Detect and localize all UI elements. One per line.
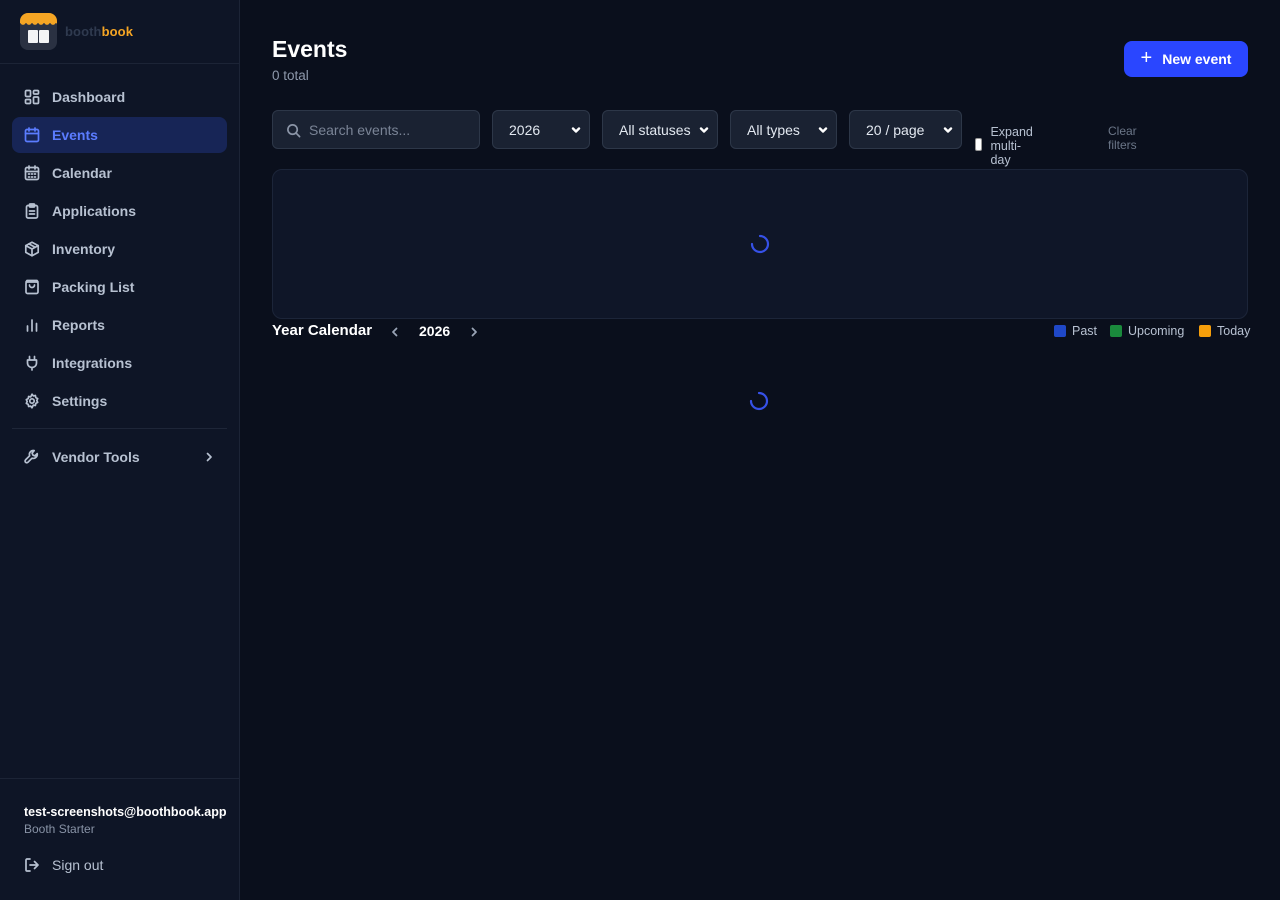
- sidebar-nav: Dashboard Events Calendar Applications I…: [12, 79, 227, 477]
- chevron-down-icon: [818, 127, 828, 133]
- sidebar-item-label: Inventory: [52, 241, 116, 257]
- events-count: 0 total: [272, 68, 309, 83]
- sidebar-item-label: Settings: [52, 393, 108, 409]
- year-select-value: 2026: [509, 121, 541, 138]
- clear-filters-link[interactable]: Clear filters: [1108, 124, 1137, 152]
- bar-chart-icon: [26, 319, 38, 332]
- sidebar-item-applications[interactable]: Applications: [12, 193, 227, 229]
- search-icon: [287, 124, 301, 138]
- search-box[interactable]: [272, 110, 480, 149]
- page-title: Events: [272, 36, 348, 62]
- brand-name-part2: book: [101, 24, 134, 39]
- legend-past-label: Past: [1072, 324, 1098, 338]
- legend-past: Past: [1054, 324, 1097, 338]
- brand-name: boothbook: [65, 24, 133, 39]
- legend-today-swatch: [1199, 325, 1211, 337]
- sidebar-item-label: Dashboard: [52, 89, 126, 105]
- calendar-icon: [24, 127, 40, 143]
- chevron-right-icon: [206, 452, 212, 462]
- sign-out-button[interactable]: Sign out: [24, 857, 103, 873]
- loading-spinner-icon: [750, 234, 770, 254]
- sidebar-item-vendor-tools[interactable]: Vendor Tools: [12, 439, 227, 475]
- brand-name-part1: booth: [65, 24, 102, 39]
- legend-today: Today: [1199, 324, 1250, 338]
- plug-icon: [26, 355, 38, 371]
- sign-out-label: Sign out: [52, 857, 104, 873]
- expand-multi-day-checkbox[interactable]: [975, 138, 983, 151]
- legend-upcoming-label: Upcoming: [1128, 324, 1185, 338]
- bag-icon: [25, 279, 39, 295]
- sidebar-item-settings[interactable]: Settings: [12, 383, 227, 419]
- sidebar-item-label: Reports: [52, 317, 105, 333]
- per-page-select-value: 20 / page: [866, 121, 925, 138]
- booth-logo-icon: [20, 13, 57, 50]
- sidebar-item-label: Events: [52, 127, 98, 143]
- brand[interactable]: boothbook: [0, 0, 239, 64]
- chevron-down-icon: [571, 127, 581, 133]
- events-list-panel: [272, 169, 1248, 319]
- type-select-value: All types: [747, 121, 800, 138]
- plus-icon: +: [1140, 46, 1153, 69]
- sidebar-item-label: Vendor Tools: [52, 449, 140, 465]
- sidebar-item-label: Packing List: [52, 279, 135, 295]
- user-plan: Booth Starter: [24, 822, 95, 836]
- sidebar-item-label: Integrations: [52, 355, 133, 371]
- sign-out-icon: [25, 858, 39, 872]
- chevron-left-icon: [392, 327, 398, 337]
- sidebar-item-calendar[interactable]: Calendar: [12, 155, 227, 191]
- legend-upcoming-swatch: [1110, 325, 1122, 337]
- per-page-select[interactable]: 20 / page: [849, 110, 962, 149]
- calendar-loading-spinner-icon: [749, 391, 769, 411]
- type-select[interactable]: All types: [730, 110, 837, 149]
- chevron-down-icon: [699, 127, 709, 133]
- prev-year-button[interactable]: [390, 325, 400, 337]
- sidebar-item-reports[interactable]: Reports: [12, 307, 227, 343]
- expand-multi-day-label: Expand multi-day: [990, 125, 1033, 167]
- year-calendar-title: Year Calendar: [272, 322, 373, 339]
- chevron-right-icon: [471, 327, 477, 337]
- legend-past-swatch: [1054, 325, 1066, 337]
- wrench-icon: [24, 449, 39, 464]
- sidebar-item-dashboard[interactable]: Dashboard: [12, 79, 227, 115]
- sidebar-divider: [12, 428, 227, 429]
- sidebar-item-label: Calendar: [52, 165, 112, 181]
- sidebar: boothbook Dashboard Events Calendar Appl…: [0, 0, 240, 900]
- sidebar-footer: test-screenshots@boothbook.app Booth Sta…: [0, 778, 240, 900]
- sidebar-item-packing-list[interactable]: Packing List: [12, 269, 227, 305]
- clipboard-icon: [25, 203, 39, 219]
- new-event-button[interactable]: + New event: [1124, 41, 1248, 77]
- expand-multi-day-toggle[interactable]: Expand multi-day: [975, 122, 1038, 167]
- sidebar-item-events[interactable]: Events: [12, 117, 227, 153]
- legend-today-label: Today: [1217, 324, 1251, 338]
- search-input[interactable]: [309, 111, 474, 148]
- calendar-grid-icon: [24, 165, 40, 181]
- chevron-down-icon: [943, 127, 953, 133]
- status-select-value: All statuses: [619, 121, 691, 138]
- status-select[interactable]: All statuses: [602, 110, 718, 149]
- sidebar-item-integrations[interactable]: Integrations: [12, 345, 227, 381]
- sidebar-item-inventory[interactable]: Inventory: [12, 231, 227, 267]
- box-icon: [24, 241, 40, 257]
- legend-upcoming: Upcoming: [1110, 324, 1184, 338]
- next-year-button[interactable]: [469, 325, 479, 337]
- new-event-label: New event: [1162, 51, 1232, 67]
- year-calendar-year: 2026: [419, 323, 451, 339]
- dashboard-grid-icon: [24, 89, 40, 105]
- gear-icon: [25, 393, 39, 409]
- sidebar-item-label: Applications: [52, 203, 137, 219]
- year-select[interactable]: 2026: [492, 110, 590, 149]
- user-email: test-screenshots@boothbook.app: [24, 805, 227, 819]
